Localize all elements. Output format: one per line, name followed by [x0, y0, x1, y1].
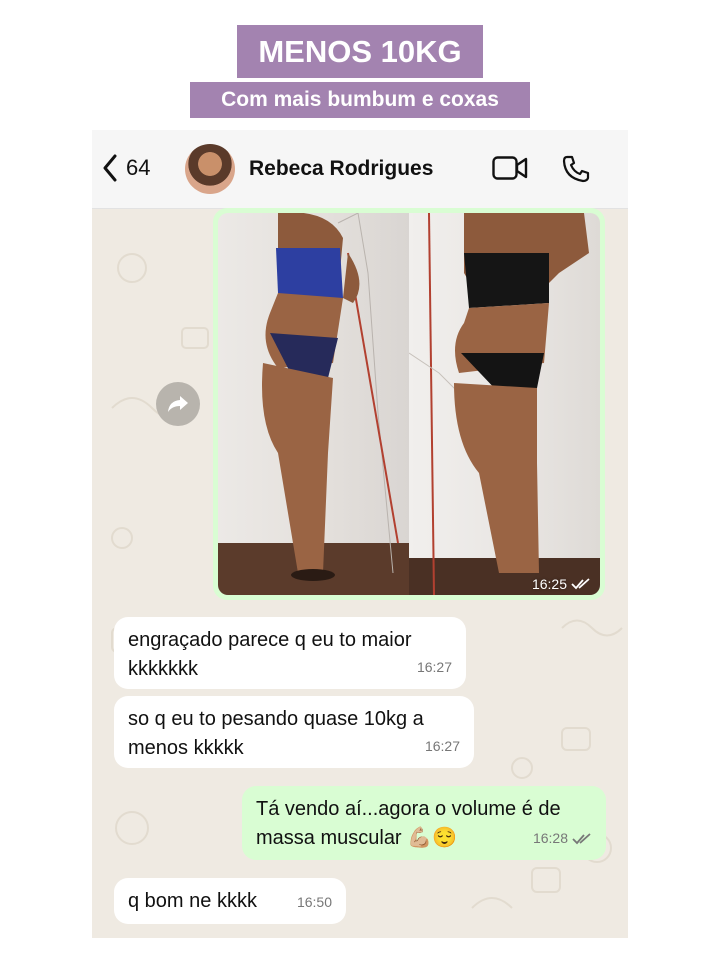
message-bubble[interactable]: q bom ne kkkk 16:50	[114, 878, 346, 924]
photo-time-text: 16:25	[531, 576, 567, 592]
message-text: so q eu to pesando quase 10kg a menos kk…	[128, 708, 424, 759]
banner-title-text: MENOS 10KG	[258, 33, 462, 69]
message-time-text: 16:27	[416, 659, 452, 675]
contact-name[interactable]: Rebeca Rodrigues	[249, 157, 433, 181]
banner-title: MENOS 10KG	[237, 25, 483, 78]
message-bubble[interactable]: Tá vendo aí...agora o volume é de massa …	[242, 786, 606, 860]
message-time-text: 16:50	[296, 894, 332, 910]
forward-button[interactable]	[156, 382, 200, 426]
message-time-text: 16:27	[424, 738, 460, 754]
phone-call-icon[interactable]	[561, 154, 591, 184]
before-figure	[218, 213, 409, 595]
video-call-icon[interactable]	[492, 156, 528, 180]
photo-message[interactable]: 16:25	[213, 208, 605, 600]
double-check-icon	[572, 832, 591, 844]
forward-arrow-icon	[168, 396, 188, 412]
unread-count: 64	[126, 155, 151, 180]
message-time: 16:28	[533, 824, 592, 853]
photo-before	[218, 213, 409, 595]
message-time: 16:27	[425, 732, 460, 761]
photo-timestamp: 16:25	[532, 576, 591, 592]
before-after-photo[interactable]	[218, 213, 600, 595]
message-time-text: 16:28	[532, 830, 568, 846]
chat-screen: 64 Rebeca Rodrigues 16:25 engraçado pare…	[92, 130, 628, 938]
message-text: Tá vendo aí...agora o volume é de massa …	[256, 798, 561, 849]
banner-subtitle-text: Com mais bumbum e coxas	[221, 88, 499, 111]
photo-after	[408, 213, 600, 595]
chevron-left-icon	[103, 154, 117, 182]
avatar[interactable]	[185, 144, 235, 194]
back-button[interactable]: 64	[102, 154, 150, 182]
message-bubble[interactable]: so q eu to pesando quase 10kg a menos kk…	[114, 696, 474, 768]
banner-subtitle: Com mais bumbum e coxas	[190, 82, 530, 118]
message-text: q bom ne kkkk	[128, 890, 257, 912]
message-time: 16:50	[297, 888, 332, 917]
message-text: engraçado parece q eu to maior kkkkkkk	[128, 629, 412, 680]
double-check-icon	[571, 578, 590, 590]
after-figure	[408, 213, 600, 595]
message-bubble[interactable]: engraçado parece q eu to maior kkkkkkk 1…	[114, 617, 466, 689]
message-time: 16:27	[417, 653, 452, 682]
chat-header: 64 Rebeca Rodrigues	[92, 130, 628, 209]
